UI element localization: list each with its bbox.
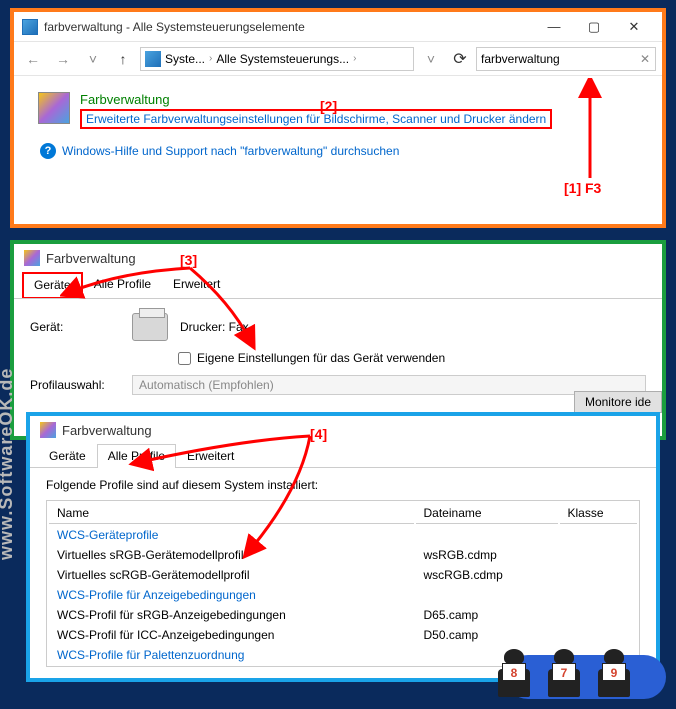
mascot: 7	[542, 649, 586, 697]
checkbox-label: Eigene Einstellungen für das Gerät verwe…	[197, 351, 445, 365]
back-button[interactable]: ←	[20, 46, 46, 72]
minimize-button[interactable]: —	[534, 13, 574, 41]
profile-select[interactable]: Automatisch (Empfohlen)	[132, 375, 646, 395]
breadcrumb[interactable]: Syste... › Alle Systemsteuerungs... ›	[140, 47, 414, 71]
color-management-icon	[38, 92, 70, 124]
col-class[interactable]: Klasse	[560, 503, 638, 524]
table-row[interactable]: Virtuelles sRGB-GerätemodellprofilwsRGB.…	[49, 546, 637, 564]
color-management-icon	[24, 250, 40, 266]
group-row: WCS-Geräteprofile	[49, 526, 637, 544]
profiles-table: Name Dateiname Klasse WCS-Geräteprofile …	[46, 500, 640, 667]
tab-all-profiles[interactable]: Alle Profile	[83, 272, 162, 298]
profile-label: Profilauswahl:	[30, 378, 120, 392]
titlebar: farbverwaltung - Alle Systemsteuerungsel…	[14, 12, 662, 42]
tab-bar: Geräte Alle Profile Erweitert	[30, 444, 656, 468]
navigation-bar: ← → ˅ ↑ Syste... › Alle Systemsteuerungs…	[14, 42, 662, 76]
tab-all-profiles[interactable]: Alle Profile	[97, 444, 176, 467]
tab-devices[interactable]: Geräte	[22, 272, 83, 298]
group-row: WCS-Profile für Anzeigebedingungen	[49, 586, 637, 604]
mascot: 8	[492, 649, 536, 697]
tab-bar: Geräte Alle Profile Erweitert	[14, 272, 662, 299]
close-button[interactable]: ✕	[614, 13, 654, 41]
help-link-text: Windows-Hilfe und Support nach "farbverw…	[62, 144, 399, 158]
identify-monitors-button[interactable]: Monitore ide	[574, 391, 662, 413]
breadcrumb-part[interactable]: Syste...	[165, 52, 205, 66]
device-name[interactable]: Drucker: Fax	[180, 320, 249, 334]
window-title: farbverwaltung - Alle Systemsteuerungsel…	[44, 20, 534, 34]
control-panel-icon	[22, 19, 38, 35]
chevron-right-icon: ›	[351, 53, 358, 64]
clear-search-icon[interactable]: ✕	[636, 52, 654, 66]
help-search-link[interactable]: ? Windows-Hilfe und Support nach "farbve…	[40, 143, 638, 159]
group-device-profiles[interactable]: WCS-Geräteprofile	[49, 526, 637, 544]
profile-selection-row: Profilauswahl: Automatisch (Empfohlen)	[30, 375, 646, 395]
help-icon: ?	[40, 143, 56, 159]
search-field[interactable]	[481, 52, 636, 66]
result-item: Farbverwaltung Erweiterte Farbverwaltung…	[38, 92, 638, 129]
recent-dropdown[interactable]: ˅	[80, 46, 106, 72]
table-row[interactable]: Virtuelles scRGB-GerätemodellprofilwscRG…	[49, 566, 637, 584]
dialog-title-row: Farbverwaltung	[30, 416, 656, 444]
col-filename[interactable]: Dateiname	[416, 503, 558, 524]
search-input[interactable]: ✕	[476, 47, 656, 71]
mascot: 9	[592, 649, 636, 697]
device-label: Gerät:	[30, 320, 120, 334]
advanced-color-settings-link[interactable]: Erweiterte Farbverwaltungseinstellungen …	[80, 109, 552, 129]
forward-button[interactable]: →	[50, 46, 76, 72]
printer-icon	[132, 313, 168, 341]
history-dropdown[interactable]: ˅	[418, 46, 444, 72]
profiles-content: Folgende Profile sind auf diesem System …	[30, 468, 656, 677]
table-row[interactable]: WCS-Profil für ICC-AnzeigebedingungenD50…	[49, 626, 637, 644]
chevron-right-icon: ›	[207, 53, 214, 64]
maximize-button[interactable]: ▢	[574, 13, 614, 41]
device-row: Gerät: Drucker: Fax	[30, 313, 646, 341]
dialog-title: Farbverwaltung	[62, 423, 152, 438]
use-own-settings-row: Eigene Einstellungen für das Gerät verwe…	[178, 351, 646, 365]
tab-devices[interactable]: Geräte	[38, 444, 97, 467]
breadcrumb-part[interactable]: Alle Systemsteuerungs...	[216, 52, 349, 66]
control-panel-window: farbverwaltung - Alle Systemsteuerungsel…	[10, 8, 666, 228]
refresh-button[interactable]: ⟳	[448, 47, 472, 71]
watermark: www.SoftwareOK.de	[0, 368, 17, 560]
color-management-profiles-window: Farbverwaltung Geräte Alle Profile Erwei…	[26, 412, 660, 682]
group-viewing-conditions[interactable]: WCS-Profile für Anzeigebedingungen	[49, 586, 637, 604]
mascots: 8 7 9	[492, 649, 636, 697]
table-row[interactable]: WCS-Profil für sRGB-AnzeigebedingungenD6…	[49, 606, 637, 624]
breadcrumb-icon	[145, 51, 161, 67]
color-management-icon	[40, 422, 56, 438]
use-own-settings-checkbox[interactable]	[178, 352, 191, 365]
profiles-description: Folgende Profile sind auf diesem System …	[46, 478, 640, 492]
dialog-title-row: Farbverwaltung	[14, 244, 662, 272]
dialog-title: Farbverwaltung	[46, 251, 136, 266]
color-management-devices-window: Farbverwaltung Geräte Alle Profile Erwei…	[10, 240, 666, 440]
col-name[interactable]: Name	[49, 503, 414, 524]
search-results: Farbverwaltung Erweiterte Farbverwaltung…	[14, 76, 662, 175]
tab-advanced[interactable]: Erweitert	[162, 272, 231, 298]
tab-advanced[interactable]: Erweitert	[176, 444, 245, 467]
result-title[interactable]: Farbverwaltung	[80, 92, 638, 107]
result-text: Farbverwaltung Erweiterte Farbverwaltung…	[80, 92, 638, 129]
devices-content: Gerät: Drucker: Fax Eigene Einstellungen…	[14, 299, 662, 409]
up-button[interactable]: ↑	[110, 46, 136, 72]
